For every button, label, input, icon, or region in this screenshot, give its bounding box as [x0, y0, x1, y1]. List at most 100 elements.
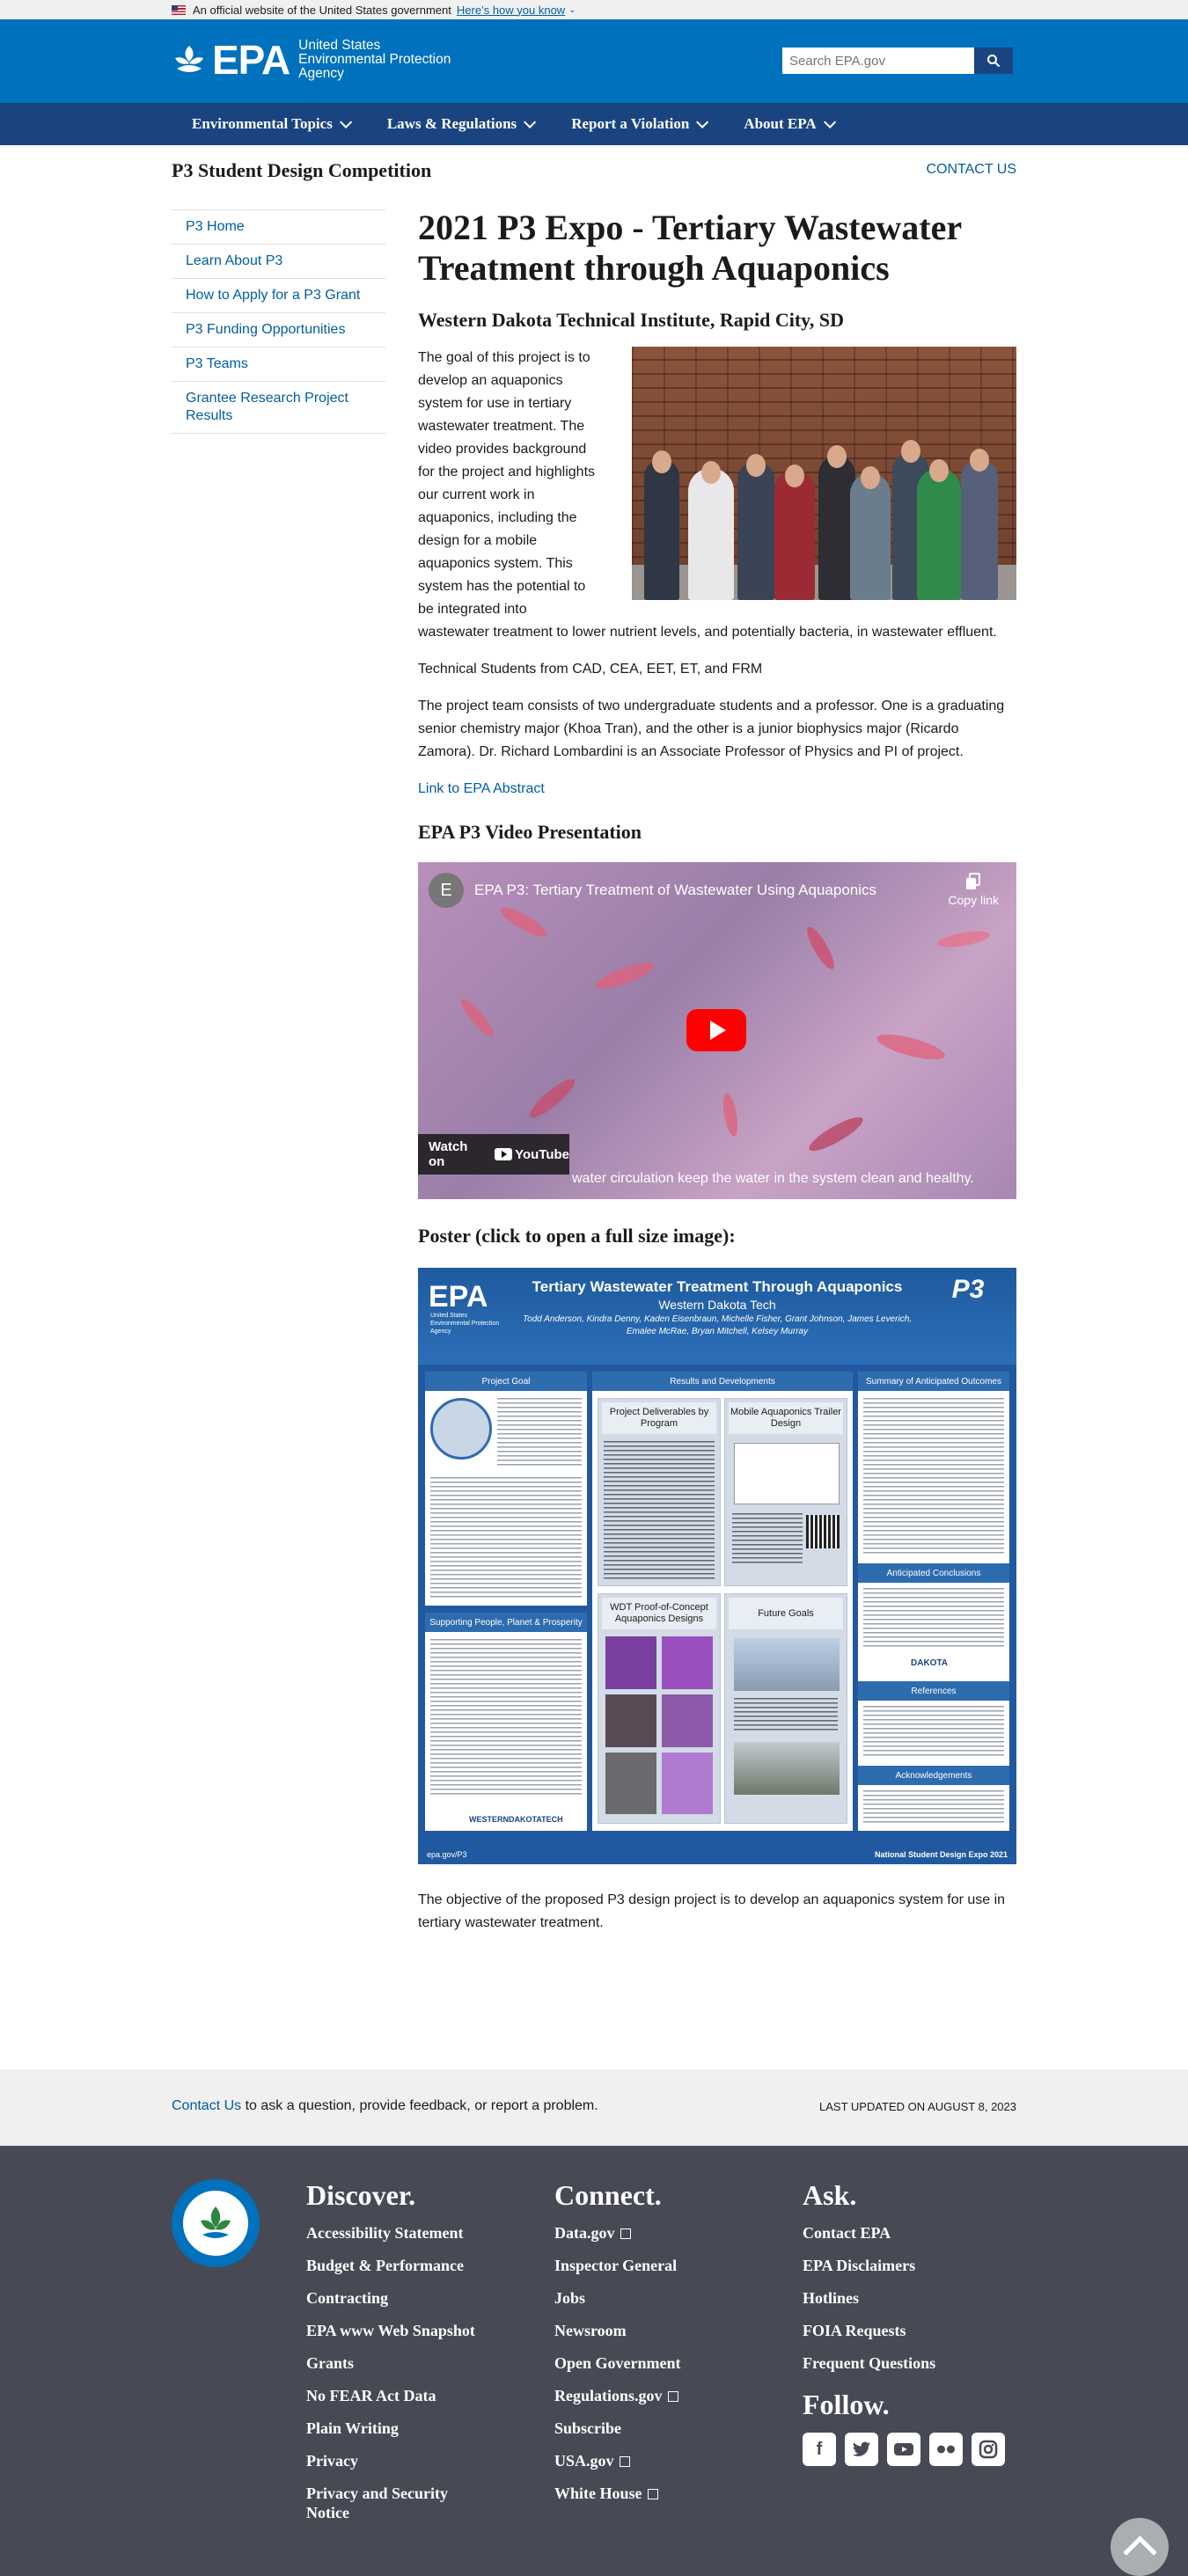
logo-agency-name: United States Environmental Protection A…: [298, 39, 451, 81]
video-title[interactable]: EPA P3: Tertiary Treatment of Wastewater…: [474, 882, 876, 899]
search-icon: [987, 55, 1001, 68]
sidebar-item-funding[interactable]: P3 Funding Opportunities: [172, 313, 385, 348]
intro-section: The goal of this project is to develop a…: [418, 347, 1016, 644]
logo-line: Environmental Protection: [298, 52, 451, 67]
flickr-icon[interactable]: [929, 2433, 963, 2466]
feedback-text: Contact Us to ask a question, provide fe…: [172, 2098, 598, 2114]
external-link-icon: [667, 2391, 678, 2402]
footer-link-regulations[interactable]: Regulations.gov: [554, 2386, 681, 2405]
footer-link[interactable]: Contracting: [306, 2288, 482, 2308]
poster-supporting: Supporting People, Planet & Prosperity W…: [425, 1613, 587, 1831]
panel-heading: Results and Developments: [592, 1372, 853, 1391]
footer-link[interactable]: Subscribe: [554, 2419, 681, 2438]
youtube-logo-icon: YouTube: [495, 1147, 569, 1162]
footer-link[interactable]: Inspector General: [554, 2256, 681, 2275]
nav-label: Report a Violation: [571, 115, 690, 132]
youtube-label: YouTube: [515, 1146, 569, 1162]
sidebar-item-learn-about-p3[interactable]: Learn About P3: [172, 245, 385, 279]
footer-link[interactable]: Hotlines: [803, 2288, 1005, 2308]
subpanel-heading: WDT Proof-of-Concept Aquaponics Designs: [602, 1598, 716, 1629]
footer-connect: Connect. Data.gov Inspector General Jobs…: [554, 2179, 681, 2516]
video-title-bar: E EPA P3: Tertiary Treatment of Wastewat…: [429, 873, 876, 908]
sidebar-item-how-to-apply[interactable]: How to Apply for a P3 Grant: [172, 279, 385, 313]
watch-on-youtube-button[interactable]: Watch on YouTube: [418, 1134, 569, 1175]
sidebar-item-grantee-results[interactable]: Grantee Research Project Results: [172, 382, 385, 434]
nav-laws-regulations[interactable]: Laws & Regulations: [387, 115, 537, 133]
chevron-down-icon[interactable]: ⌄: [568, 5, 576, 15]
epa-abstract-link[interactable]: Link to EPA Abstract: [418, 781, 545, 796]
footer-link[interactable]: No FEAR Act Data: [306, 2386, 482, 2405]
footer-link-white-house[interactable]: White House: [554, 2484, 681, 2503]
youtube-icon[interactable]: [887, 2433, 920, 2466]
footer-link[interactable]: Open Government: [554, 2353, 681, 2373]
last-updated: LAST UPDATED ON AUGUST 8, 2023: [819, 2100, 1016, 2113]
play-button[interactable]: [686, 1009, 746, 1051]
footer-link[interactable]: EPA Disclaimers: [803, 2256, 1005, 2275]
facebook-icon[interactable]: f: [803, 2433, 836, 2466]
sidebar-item-p3-home[interactable]: P3 Home: [172, 210, 385, 245]
footer-link[interactable]: FOIA Requests: [803, 2321, 1005, 2340]
chevron-down-icon: [524, 115, 537, 128]
panel-heading: Project Goal: [425, 1372, 587, 1391]
copy-link-button[interactable]: Copy link: [948, 873, 999, 907]
poster-dakota-logo: DAKOTA: [911, 1658, 949, 1668]
footer-link[interactable]: Contact EPA: [803, 2223, 1005, 2243]
page-title: 2021 P3 Expo - Tertiary Wastewater Treat…: [418, 208, 962, 288]
feedback-message: to ask a question, provide feedback, or …: [241, 2098, 598, 2113]
search-form: [782, 48, 1013, 74]
search-input[interactable]: [782, 48, 974, 74]
epa-logo[interactable]: EPA United States Environmental Protecti…: [172, 39, 451, 81]
subpanel-heading: Mobile Aquaponics Trailer Design: [729, 1402, 843, 1434]
channel-avatar[interactable]: E: [429, 873, 464, 908]
site-title[interactable]: P3 Student Design Competition: [172, 159, 431, 182]
nav-label: About EPA: [744, 115, 817, 132]
video-player[interactable]: E EPA P3: Tertiary Treatment of Wastewat…: [418, 862, 1016, 1199]
footer-link[interactable]: Jobs: [554, 2288, 681, 2308]
poster-image[interactable]: EPA United States Environmental Protecti…: [418, 1268, 1016, 1864]
footer-link-usa-gov[interactable]: USA.gov: [554, 2451, 681, 2470]
search-button[interactable]: [974, 48, 1013, 74]
footer-heading: Discover.: [306, 2179, 416, 2211]
footer-link: Data.gov: [554, 2224, 615, 2242]
poster-org: Western Dakota Tech: [658, 1298, 776, 1312]
footer-link[interactable]: Frequent Questions: [803, 2353, 1005, 2373]
poster-logo-sub: United States Environmental Protection A…: [430, 1313, 500, 1335]
sidebar-item-p3-teams[interactable]: P3 Teams: [172, 348, 385, 382]
nav-about-epa[interactable]: About EPA: [744, 115, 836, 133]
footer-link[interactable]: EPA www Web Snapshot: [306, 2321, 482, 2340]
footer-heading: Ask.: [803, 2179, 857, 2211]
contact-us-link[interactable]: CONTACT US: [926, 162, 1016, 178]
nav-report-violation[interactable]: Report a Violation: [571, 115, 709, 133]
panel-heading: Anticipated Conclusions: [858, 1563, 1009, 1583]
main-content: 2021 P3 Expo - Tertiary Wastewater Treat…: [418, 208, 1016, 1935]
feedback-contact-link[interactable]: Contact Us: [172, 2098, 241, 2113]
instagram-icon[interactable]: [972, 2433, 1005, 2466]
nav-environmental-topics[interactable]: Environmental Topics: [192, 115, 353, 133]
panel-heading: References: [858, 1681, 1009, 1701]
external-link-icon: [619, 2456, 630, 2467]
footer-link[interactable]: Newsroom: [554, 2321, 681, 2340]
footer-ask: Ask. Contact EPA EPA Disclaimers Hotline…: [803, 2179, 1005, 2466]
external-link-icon: [647, 2489, 658, 2499]
logo-line: United States: [298, 38, 381, 53]
footer-link-data-gov[interactable]: Data.gov: [554, 2223, 681, 2243]
poster-project-goal: Project Goal: [425, 1372, 587, 1606]
footer-link[interactable]: Plain Writing: [306, 2419, 482, 2438]
watch-on-label: Watch on: [429, 1139, 468, 1169]
nav-label: Environmental Topics: [192, 115, 333, 132]
subpanel-heading: Project Deliverables by Program: [602, 1402, 716, 1434]
footer-link[interactable]: Privacy: [306, 2451, 482, 2470]
epa-seal-icon[interactable]: [172, 2179, 260, 2267]
team-paragraph: The project team consists of two undergr…: [418, 699, 1005, 759]
heres-how-you-know-link[interactable]: Here’s how you know: [457, 4, 565, 17]
footer-link[interactable]: Privacy and Security Notice: [306, 2484, 482, 2522]
footer-link[interactable]: Grants: [306, 2353, 482, 2373]
footer-link[interactable]: Budget & Performance: [306, 2256, 482, 2275]
twitter-icon[interactable]: [845, 2433, 878, 2466]
back-to-top-button[interactable]: [1111, 2518, 1169, 2576]
footer-link: White House: [554, 2485, 642, 2502]
footer-link[interactable]: Accessibility Statement: [306, 2223, 482, 2243]
site-header: EPA United States Environmental Protecti…: [0, 19, 1188, 103]
panel-heading: Summary of Anticipated Outcomes: [858, 1372, 1009, 1391]
external-link-icon: [620, 2228, 631, 2239]
